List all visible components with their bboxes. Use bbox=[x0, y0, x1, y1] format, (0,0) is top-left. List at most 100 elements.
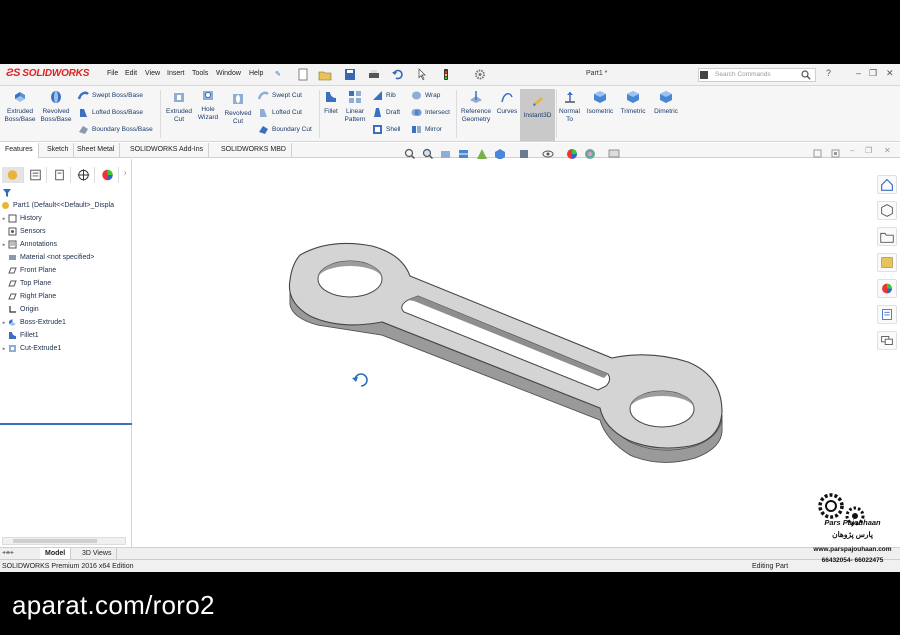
dimxpert-tab-icon[interactable] bbox=[73, 167, 95, 183]
tree-node-material[interactable]: Material <not specified> bbox=[0, 251, 132, 264]
select-arrow-icon[interactable] bbox=[415, 68, 429, 81]
tab-mbd[interactable]: SOLIDWORKS MBD bbox=[216, 143, 292, 158]
pin-icon[interactable]: ✎ bbox=[275, 70, 281, 78]
minimize-button[interactable]: – bbox=[856, 68, 861, 78]
tab-sketch[interactable]: Sketch bbox=[42, 143, 75, 158]
tree-node-annotations[interactable]: ▸ Annotations bbox=[0, 238, 132, 251]
rebuild-icon[interactable] bbox=[439, 68, 453, 81]
intersect-button[interactable]: Intersect bbox=[411, 107, 450, 118]
instant3d-button[interactable]: Instant3D bbox=[520, 94, 555, 120]
menu-view[interactable]: View bbox=[145, 70, 160, 77]
reference-geometry-icon bbox=[470, 91, 482, 103]
fillet-button[interactable]: Fillet bbox=[321, 90, 341, 116]
design-library-icon[interactable] bbox=[877, 201, 897, 220]
viewport-minimize-button[interactable]: – bbox=[850, 146, 854, 155]
lofted-boss-button[interactable]: Lofted Boss/Base bbox=[78, 107, 143, 118]
extruded-cut-label: Extruded Cut bbox=[165, 108, 193, 123]
wrap-button[interactable]: Wrap bbox=[411, 90, 440, 101]
shell-button[interactable]: Shell bbox=[372, 124, 400, 135]
revolved-cut-button[interactable]: Revolved Cut bbox=[223, 92, 253, 126]
display-manager-tab-icon[interactable] bbox=[97, 167, 119, 183]
menu-insert[interactable]: Insert bbox=[167, 70, 185, 77]
rollback-bar[interactable] bbox=[0, 423, 132, 425]
isometric-button[interactable]: Isometric bbox=[584, 90, 616, 116]
tree-node-part[interactable]: Part1 (Default<<Default>_Displa bbox=[0, 199, 132, 212]
swept-boss-button[interactable]: Swept Boss/Base bbox=[78, 90, 143, 101]
lofted-cut-button[interactable]: Lofted Cut bbox=[258, 107, 302, 118]
mirror-button[interactable]: Mirror bbox=[411, 124, 442, 135]
tree-node-sensors[interactable]: Sensors bbox=[0, 225, 132, 238]
forum-icon[interactable] bbox=[877, 331, 897, 350]
tree-node-right-plane[interactable]: Right Plane bbox=[0, 290, 132, 303]
tab-features[interactable]: Features bbox=[0, 143, 39, 158]
linear-pattern-button[interactable]: Linear Pattern bbox=[341, 90, 369, 124]
hole-wizard-button[interactable]: Hole Wizard bbox=[195, 88, 221, 122]
configuration-manager-tab-icon[interactable] bbox=[49, 167, 71, 183]
tree-node-origin[interactable]: Origin bbox=[0, 303, 132, 316]
tree-node-fillet[interactable]: Fillet1 bbox=[0, 329, 132, 342]
menu-edit[interactable]: Edit bbox=[125, 70, 137, 77]
tab-sheet-metal[interactable]: Sheet Metal bbox=[72, 143, 121, 158]
view-palette-icon[interactable] bbox=[877, 253, 897, 272]
swept-boss-icon bbox=[78, 91, 89, 100]
help-icon[interactable]: ? bbox=[826, 68, 831, 78]
property-manager-tab-icon[interactable] bbox=[25, 167, 47, 183]
trimetric-button[interactable]: Trimetric bbox=[617, 90, 649, 116]
panel-tabs-more-icon[interactable]: › bbox=[124, 170, 126, 177]
mirror-label: Mirror bbox=[425, 126, 442, 133]
scrollbar-thumb[interactable] bbox=[13, 539, 97, 543]
solidworks-resources-home-icon[interactable] bbox=[877, 175, 897, 194]
normal-to-button[interactable]: Normal To bbox=[557, 90, 582, 124]
boundary-cut-button[interactable]: Boundary Cut bbox=[258, 124, 312, 135]
dimetric-button[interactable]: Dimetric bbox=[650, 90, 682, 116]
custom-properties-icon[interactable] bbox=[877, 305, 897, 324]
panel-horizontal-scrollbar[interactable] bbox=[2, 537, 126, 545]
swept-cut-button[interactable]: Swept Cut bbox=[258, 90, 302, 101]
tree-node-top-plane[interactable]: Top Plane bbox=[0, 277, 132, 290]
file-explorer-icon[interactable] bbox=[877, 227, 897, 246]
menu-help[interactable]: Help bbox=[249, 70, 263, 77]
tab-addins[interactable]: SOLIDWORKS Add-Ins bbox=[125, 143, 210, 158]
tab-scroll-arrows-icon[interactable]: ◂◂▸▸ bbox=[2, 549, 14, 556]
rib-button[interactable]: Rib bbox=[372, 90, 396, 101]
solidworks-logo[interactable]: ƧS SOLIDWORKS bbox=[6, 67, 94, 83]
expand-arrow-icon[interactable]: ▸ bbox=[0, 320, 8, 326]
expand-arrow-icon[interactable]: ▸ bbox=[0, 346, 8, 352]
extruded-cut-button[interactable]: Extruded Cut bbox=[163, 90, 195, 124]
boundary-boss-button[interactable]: Boundary Boss/Base bbox=[78, 124, 153, 135]
draft-button[interactable]: Draft bbox=[372, 107, 400, 118]
revolved-boss-button[interactable]: Revolved Boss/Base bbox=[39, 90, 73, 124]
link-part-model[interactable] bbox=[133, 159, 875, 549]
tree-node-cut-extrude[interactable]: ▸ Cut-Extrude1 bbox=[0, 342, 132, 355]
menu-window[interactable]: Window bbox=[216, 70, 241, 77]
viewport-maximize-button[interactable]: ❐ bbox=[865, 146, 872, 155]
undo-icon[interactable] bbox=[391, 68, 405, 81]
graphics-area[interactable] bbox=[133, 159, 875, 549]
tree-node-history[interactable]: ▸ History bbox=[0, 212, 132, 225]
filter-icon[interactable] bbox=[3, 189, 11, 197]
curves-button[interactable]: Curves bbox=[495, 90, 519, 116]
options-gear-icon[interactable] bbox=[473, 68, 487, 81]
appearances-scenes-icon[interactable] bbox=[877, 279, 897, 298]
viewport-close-button[interactable]: ✕ bbox=[884, 146, 891, 155]
new-document-icon[interactable] bbox=[296, 68, 310, 81]
tree-node-boss-extrude[interactable]: ▸ Boss-Extrude1 bbox=[0, 316, 132, 329]
restore-button[interactable]: ❐ bbox=[869, 68, 877, 79]
tree-node-front-plane[interactable]: Front Plane bbox=[0, 264, 132, 277]
search-icon[interactable] bbox=[801, 70, 811, 80]
expand-arrow-icon[interactable]: ▸ bbox=[0, 216, 8, 222]
menu-tools[interactable]: Tools bbox=[192, 70, 208, 77]
save-icon[interactable] bbox=[343, 68, 357, 81]
feature-manager-tab-icon[interactable] bbox=[2, 167, 24, 183]
open-icon[interactable] bbox=[318, 68, 332, 81]
reference-geometry-button[interactable]: Reference Geometry bbox=[458, 90, 494, 124]
expand-arrow-icon[interactable]: ▸ bbox=[0, 242, 8, 248]
tree-node-label: Part1 (Default<<Default>_Displa bbox=[13, 202, 114, 209]
extruded-boss-button[interactable]: Extruded Boss/Base bbox=[4, 90, 36, 124]
close-button[interactable]: ✕ bbox=[886, 68, 894, 79]
boundary-cut-label: Boundary Cut bbox=[272, 126, 312, 133]
lofted-boss-icon bbox=[80, 109, 87, 117]
menu-file[interactable]: File bbox=[107, 70, 118, 77]
print-icon[interactable] bbox=[367, 68, 381, 81]
search-commands-input[interactable]: Search Commands bbox=[698, 68, 816, 82]
